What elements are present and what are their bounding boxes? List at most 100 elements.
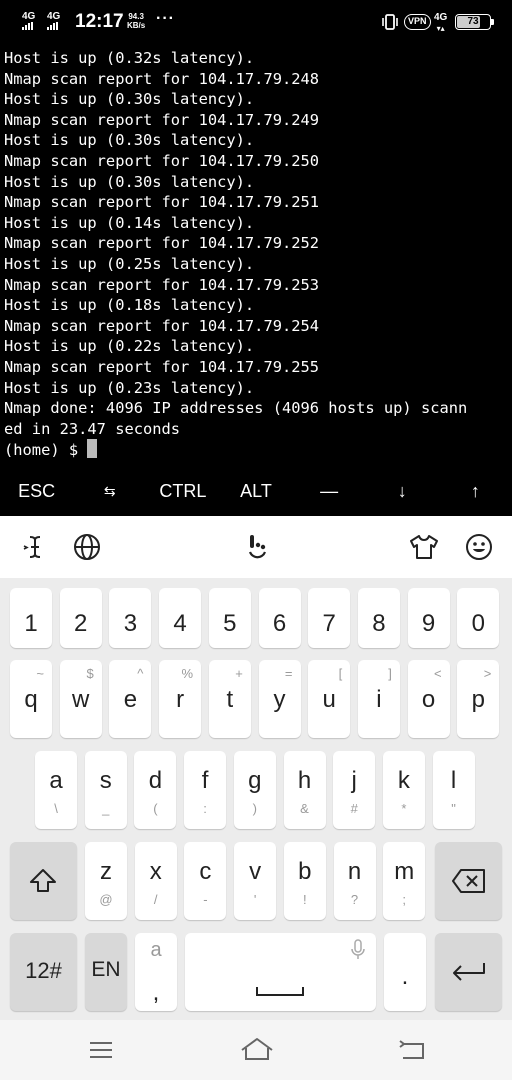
key-label: i xyxy=(376,686,382,713)
terminal-output[interactable]: Host is up (0.32s latency). Nmap scan rep… xyxy=(0,48,512,466)
key-label: y xyxy=(273,686,286,713)
text-cursor-icon[interactable] xyxy=(20,532,50,562)
key-7[interactable]: 7 xyxy=(308,588,351,648)
key-9[interactable]: 9 xyxy=(407,588,450,648)
arrow-up-key[interactable]: ↑ xyxy=(439,468,512,516)
key-f[interactable]: f: xyxy=(184,751,227,829)
ctrl-key[interactable]: CTRL xyxy=(146,468,219,516)
key-hint: : xyxy=(203,801,207,816)
key-label: a xyxy=(49,767,63,794)
symbols-key-label: 12# xyxy=(25,958,62,983)
key-4[interactable]: 4 xyxy=(159,588,202,648)
key-d[interactable]: d( xyxy=(134,751,177,829)
gesture-icon[interactable] xyxy=(241,532,271,562)
terminal-line: Nmap done: 4096 IP addresses (4096 hosts… xyxy=(4,399,468,418)
terminal-lines: Host is up (0.32s latency). Nmap scan rep… xyxy=(4,48,512,439)
key-5[interactable]: 5 xyxy=(208,588,251,648)
key-s[interactable]: s _ xyxy=(84,751,127,829)
key-label: z xyxy=(100,858,112,885)
key-label: 6 xyxy=(272,610,287,637)
language-key[interactable]: EN xyxy=(85,933,127,1011)
home-icon[interactable] xyxy=(240,1036,274,1064)
speed-value: 94.3 xyxy=(128,12,144,21)
space-bar-icon xyxy=(256,987,304,996)
key-b[interactable]: b! xyxy=(283,842,326,920)
symbols-key[interactable]: 12# xyxy=(10,933,77,1011)
key-z[interactable]: z @ xyxy=(85,842,127,920)
terminal-line: Host is up (0.14s latency). xyxy=(4,213,255,232)
shift-key[interactable] xyxy=(10,842,77,920)
navigation-bar xyxy=(0,1020,512,1080)
key-v[interactable]: v ' xyxy=(234,842,277,920)
terminal-line: Host is up (0.30s latency). xyxy=(4,172,255,191)
key-label: v xyxy=(249,858,262,885)
terminal-line: Nmap scan report for 104.17.79.253 xyxy=(4,275,320,294)
key-hint: \ xyxy=(54,801,58,816)
key-label: u xyxy=(322,686,336,713)
key-j[interactable]: j # xyxy=(333,751,376,829)
emoji-icon[interactable] xyxy=(464,532,494,562)
key-3[interactable]: 3 xyxy=(109,588,152,648)
key-p[interactable]: > p xyxy=(457,660,500,738)
key-label: s xyxy=(99,767,112,794)
enter-key[interactable] xyxy=(435,933,502,1011)
comma-key[interactable]: a , xyxy=(135,933,177,1011)
key-1[interactable]: 1 xyxy=(10,588,52,648)
signal-icon-2 xyxy=(47,22,58,30)
key-h[interactable]: h & xyxy=(283,751,326,829)
key-label: 4 xyxy=(173,610,187,637)
backspace-key[interactable] xyxy=(435,842,502,920)
terminal-prompt-line[interactable]: (home) $ xyxy=(4,439,512,460)
key-label: b xyxy=(298,858,312,885)
arrow-down-key[interactable]: ↓ xyxy=(366,468,439,516)
space-key[interactable] xyxy=(185,933,376,1011)
terminal-line: Host is up (0.18s latency). xyxy=(4,296,255,315)
key-c[interactable]: c- xyxy=(184,842,227,920)
key-u[interactable]: [u xyxy=(308,660,351,738)
key-n[interactable]: n? xyxy=(333,842,376,920)
globe-icon[interactable] xyxy=(72,532,102,562)
key-e[interactable]: ^ e xyxy=(109,660,152,738)
key-hint: * xyxy=(401,801,407,816)
key-o[interactable]: < o xyxy=(407,660,450,738)
tab-key[interactable]: ⇆ xyxy=(73,468,146,516)
esc-key[interactable]: ESC xyxy=(0,468,73,516)
key-label: q xyxy=(24,686,38,713)
key-a[interactable]: a \ xyxy=(35,751,77,829)
key-hint: $ xyxy=(86,666,94,681)
key-label: g xyxy=(248,767,262,794)
alt-key[interactable]: ALT xyxy=(219,468,292,516)
key-hint: ? xyxy=(350,892,359,907)
key-g[interactable]: g) xyxy=(233,751,276,829)
period-key[interactable]: . xyxy=(384,933,426,1011)
key-q[interactable]: ~ q xyxy=(10,660,52,738)
key-t[interactable]: + t xyxy=(208,660,251,738)
key-hint: # xyxy=(350,801,358,816)
menu-icon[interactable] xyxy=(86,1036,116,1064)
battery-level: 73 xyxy=(467,16,479,27)
key-i[interactable]: ] i xyxy=(357,660,400,738)
key-y[interactable]: = y xyxy=(258,660,301,738)
speed-unit: KB/s xyxy=(127,21,146,30)
soft-keyboard: 12# EN a , . 1 2 3 4 5 6 7 8 9 0 ~ q $ w ^ e% r + t = y[u] i <… xyxy=(0,516,512,1020)
key-2[interactable]: 2 xyxy=(59,588,102,648)
key-hint: % xyxy=(181,666,194,681)
theme-shirt-icon[interactable] xyxy=(409,532,439,562)
key-hint: " xyxy=(451,801,456,816)
key-m[interactable]: m; xyxy=(383,842,426,920)
key-w[interactable]: $ w xyxy=(59,660,102,738)
microphone-icon xyxy=(351,939,365,959)
signal-icon-1 xyxy=(22,22,33,30)
dash-key[interactable]: — xyxy=(293,468,366,516)
key-6[interactable]: 6 xyxy=(258,588,301,648)
back-icon[interactable] xyxy=(397,1036,427,1064)
key-0[interactable]: 0 xyxy=(457,588,500,648)
key-label: 1 xyxy=(24,610,38,637)
key-x[interactable]: x / xyxy=(134,842,177,920)
key-8[interactable]: 8 xyxy=(357,588,400,648)
key-hint: < xyxy=(434,666,442,681)
key-hint: ( xyxy=(153,801,158,816)
key-l[interactable]: l " xyxy=(432,751,475,829)
key-k[interactable]: k * xyxy=(382,751,425,829)
key-r[interactable]: % r xyxy=(159,660,202,738)
